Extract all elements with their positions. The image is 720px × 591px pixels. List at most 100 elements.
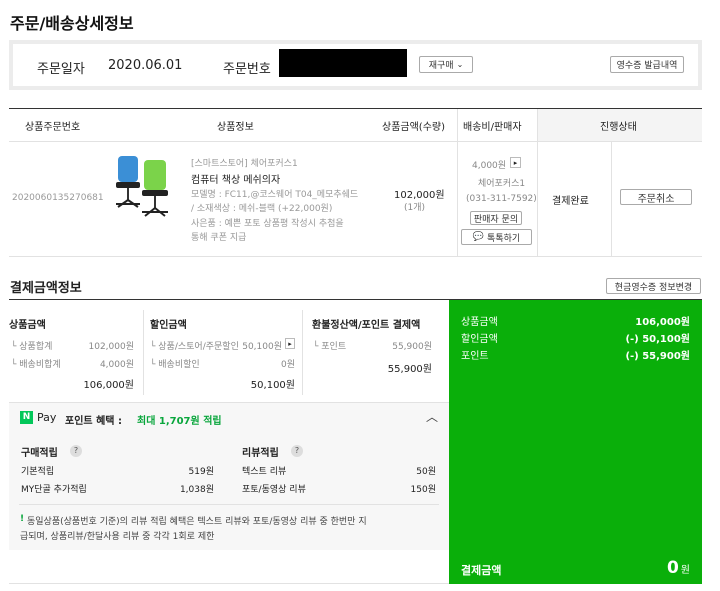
order-info-bar: 주문일자 2020.06.01 주문번호 재구매 ⌄ 영수증 발급내역 [9, 40, 702, 90]
point-value: 55,900원 [392, 342, 432, 352]
collapse-icon[interactable]: ︿ [426, 408, 438, 425]
product-total-value: 102,000원 [88, 342, 135, 352]
product-image[interactable] [106, 152, 176, 222]
payment-section-title: 결제금액정보 [10, 281, 82, 296]
npay-pay-text: Pay [37, 411, 57, 424]
shipping-fee: 4,000원 [472, 161, 507, 171]
summary-final-row: 결제금액 0원 [461, 558, 690, 578]
final-payment-label: 결제금액 [461, 564, 502, 577]
chat-icon: 💬 [472, 232, 485, 242]
table-header-price-qty: 상품금액(수량) [382, 122, 446, 133]
shipping-discount-value: 0원 [280, 360, 295, 370]
seller-name[interactable]: 체어포커스1 [478, 176, 525, 189]
table-header-order-number: 상품주문번호 [25, 122, 81, 133]
order-date-label: 주문일자 [37, 62, 85, 77]
page-title: 주문/배송상세정보 [10, 14, 134, 33]
shipping-total-value: 4,000원 [99, 360, 134, 370]
discount-amount-title: 할인금액 [150, 320, 187, 331]
npay-n-icon: N [20, 411, 33, 424]
summary-point-value: (-) 55,900원 [625, 351, 690, 362]
refund-point-title: 환불정산액/포인트 결제액 [312, 320, 421, 331]
help-icon[interactable]: ? [70, 445, 82, 457]
chevron-right-icon: ▸ [288, 339, 292, 348]
final-payment-value: 0 [666, 558, 679, 578]
payment-bottom-border [9, 583, 449, 584]
summary-row-product: 상품금액 106,000원 [461, 313, 690, 328]
npay-title: 포인트 혜택 : [65, 416, 122, 427]
summary-point-label: 포인트 [461, 351, 489, 362]
product-model-line1: 모델명 : FC11,@코스웨어 T04_메모추쉐드 [191, 190, 359, 200]
npay-logo: N Pay [20, 411, 56, 424]
final-payment-amount: 0원 [667, 558, 690, 578]
shipping-discount-label: └ 배송비할인 [150, 360, 200, 370]
npay-benefit-box: N Pay 포인트 혜택 : 최대 1,707원 적립 ︿ 구매적립 ? 기본적… [9, 402, 449, 550]
chevron-right-icon: ▸ [513, 158, 518, 167]
product-price: 102,000원 [394, 190, 445, 201]
shipping-fee-detail-button[interactable]: ▸ [510, 157, 521, 168]
order-status: 결제완료 [552, 196, 589, 207]
talktalk-button[interactable]: 💬 톡톡하기 [461, 229, 532, 245]
table-header-divider [9, 141, 702, 142]
npay-divider [19, 504, 439, 505]
product-note-line1: 사은품 : 예쁜 포토 상품평 작성시 추첨을 [191, 219, 344, 229]
payment-col-divider-1 [143, 310, 144, 395]
payment-col-divider-2 [302, 310, 303, 395]
chair-icon [116, 156, 168, 217]
summary-discount-value: (-) 50,100원 [625, 334, 690, 345]
regular-reward-value: 1,038원 [179, 485, 214, 495]
store-discount-label: └ 상품/스토어/주문할인 [150, 342, 239, 352]
payment-summary-panel: 상품금액 106,000원 할인금액 (-) 50,100원 포인트 (-) 5… [449, 300, 702, 584]
npay-highlight: 최대 1,707원 적립 [137, 416, 222, 427]
cash-receipt-button[interactable]: 현금영수증 정보변경 [606, 278, 701, 294]
notice-line1: 동일상품(상품번호 기준)의 리뷰 적립 혜택은 텍스트 리뷰와 포토/동영상 … [27, 517, 367, 527]
order-number-label: 주문번호 [223, 62, 271, 77]
final-payment-unit: 원 [680, 565, 690, 576]
summary-row-point: 포인트 (-) 55,900원 [461, 347, 690, 362]
product-amount-total: 106,000원 [83, 380, 134, 391]
text-review-label: 텍스트 리뷰 [242, 467, 287, 477]
point-label: └ 포인트 [313, 342, 347, 352]
product-name[interactable]: 컴퓨터 책상 메쉬의자 [191, 171, 280, 186]
discount-amount-total: 50,100원 [250, 380, 295, 391]
product-model-line2: / 소재색상 : 메쉬-블랙 (+22,000원) [191, 204, 333, 214]
table-bottom-border [9, 256, 702, 257]
order-number-cell: 2020060135270681 [12, 193, 104, 203]
basic-reward-value: 519원 [188, 467, 214, 477]
purchase-reward-title: 구매적립 [21, 448, 58, 459]
photo-review-label: 포토/동영상 리뷰 [242, 485, 306, 495]
store-discount-value: 50,100원 [242, 342, 282, 352]
table-header-shipping-seller: 배송비/판매자 [463, 122, 522, 133]
notice-mark: ! [20, 514, 25, 524]
product-note-line2: 통해 쿠폰 지급 [191, 233, 247, 243]
refund-point-total: 55,900원 [387, 364, 432, 375]
product-store[interactable]: [스마트스토어] 체어포커스1 [191, 156, 298, 169]
notice-line2: 급되며, 상품리뷰/한달사용 리뷰 중 각각 1회로 제한 [20, 532, 215, 542]
seller-inquiry-button[interactable]: 판매자 문의 [470, 211, 522, 225]
basic-reward-label: 기본적립 [21, 467, 55, 477]
seller-phone: (031-311-7592) [466, 194, 537, 204]
summary-product-label: 상품금액 [461, 317, 498, 328]
order-number-redacted [279, 49, 407, 77]
summary-row-discount: 할인금액 (-) 50,100원 [461, 330, 690, 345]
col-divider-1 [457, 109, 458, 256]
talktalk-label: 톡톡하기 [487, 233, 521, 244]
summary-discount-label: 할인금액 [461, 334, 498, 345]
product-total-label: └ 상품합계 [11, 342, 53, 352]
regular-reward-label: MY단골 추가적립 [21, 485, 87, 495]
reorder-label: 재구매 [428, 61, 454, 71]
discount-detail-button[interactable]: ▸ [285, 338, 295, 349]
help-icon[interactable]: ? [291, 445, 303, 457]
col-divider-2 [537, 109, 538, 256]
photo-review-value: 150원 [410, 485, 436, 495]
product-quantity: (1개) [404, 203, 426, 213]
col-divider-3 [611, 141, 612, 256]
order-date-value: 2020.06.01 [108, 58, 183, 73]
summary-product-value: 106,000원 [635, 317, 690, 328]
reorder-button[interactable]: 재구매 ⌄ [419, 56, 473, 73]
text-review-value: 50원 [416, 467, 436, 477]
review-reward-title: 리뷰적립 [242, 448, 279, 459]
table-header-product-info: 상품정보 [217, 122, 254, 133]
receipt-history-button[interactable]: 영수증 발급내역 [610, 56, 684, 73]
product-amount-title: 상품금액 [9, 320, 46, 331]
cancel-order-button[interactable]: 주문취소 [620, 189, 692, 205]
